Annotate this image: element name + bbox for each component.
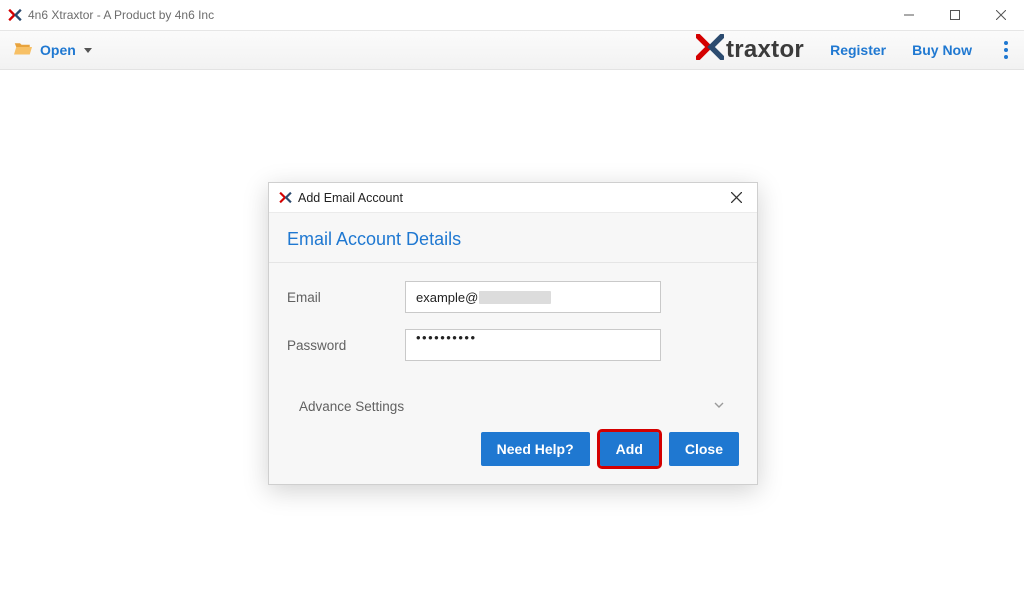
email-input[interactable]: example@ [405,281,661,313]
email-label: Email [287,290,405,305]
redacted-text [479,291,551,304]
open-button-label: Open [40,42,76,58]
window-maximize-button[interactable] [932,0,978,30]
password-input[interactable]: •••••••••• [405,329,661,361]
password-input-value: •••••••••• [416,330,477,345]
window-controls [886,0,1024,30]
dialog-close-button[interactable] [723,185,749,211]
need-help-button[interactable]: Need Help? [481,432,590,466]
email-row: Email example@ [287,281,739,313]
more-menu-button[interactable] [998,35,1014,65]
window-title: 4n6 Xtraxtor - A Product by 4n6 Inc [28,8,214,22]
add-email-account-dialog: Add Email Account Email Account Details … [268,182,758,485]
dialog-actions: Need Help? Add Close [269,432,757,470]
chevron-down-icon [84,48,92,53]
open-button[interactable]: Open [14,41,92,59]
password-label: Password [287,338,405,353]
dialog-title-bar: Add Email Account [269,183,757,213]
dialog-section-title: Email Account Details [269,213,757,263]
folder-open-icon [14,41,32,59]
password-row: Password •••••••••• [287,329,739,361]
brand-logo: traxtor [696,34,804,67]
add-button[interactable]: Add [600,432,659,466]
buy-now-link[interactable]: Buy Now [912,42,972,58]
advance-settings-label: Advance Settings [299,399,404,414]
app-logo-icon [8,8,22,22]
chevron-down-icon [713,399,725,414]
dialog-logo-icon [279,191,292,204]
window-close-button[interactable] [978,0,1024,30]
main-toolbar: Open traxtor Register Buy Now [0,30,1024,70]
email-input-value: example@ [416,290,478,305]
register-link[interactable]: Register [830,42,886,58]
title-bar: 4n6 Xtraxtor - A Product by 4n6 Inc [0,0,1024,30]
content-area: Add Email Account Email Account Details … [0,70,1024,605]
advance-settings-toggle[interactable]: Advance Settings [299,399,739,414]
brand-x-icon [696,34,724,67]
brand-text: traxtor [726,36,804,64]
dialog-title-text: Add Email Account [298,191,403,205]
window-minimize-button[interactable] [886,0,932,30]
close-button[interactable]: Close [669,432,739,466]
